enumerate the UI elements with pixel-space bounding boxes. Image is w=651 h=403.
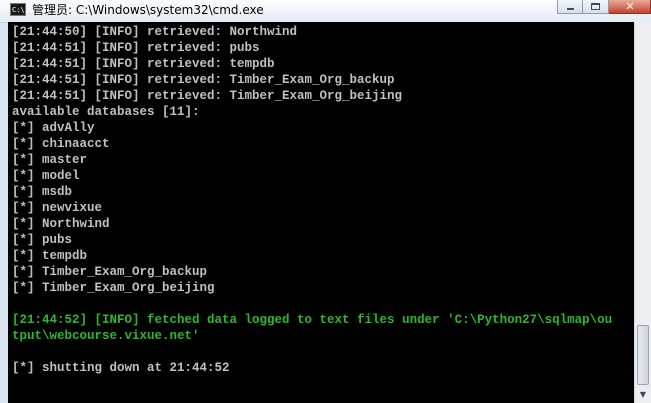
console-line: [*] tempdb	[12, 249, 88, 263]
console-line: [*] shutting down at 21:44:52	[12, 361, 230, 375]
console-line: [*] msdb	[12, 185, 73, 199]
title-bar[interactable]: C:\ 管理员: C:\Windows\system32\cmd.exe ✕	[0, 0, 651, 23]
console-line: [21:44:51] [INFO] retrieved: pubs	[12, 41, 260, 55]
caption-buttons: ✕	[557, 0, 651, 16]
console-line: [21:44:50] [INFO] retrieved: Northwind	[12, 25, 298, 39]
console-line: tput\webcourse.vixue.net'	[12, 329, 200, 343]
console-line: [*] model	[12, 169, 80, 183]
vertical-scrollbar[interactable]: ▼	[634, 22, 651, 403]
minimize-icon	[567, 8, 574, 10]
close-button[interactable]: ✕	[609, 0, 651, 14]
console-line: [21:44:51] [INFO] retrieved: Timber_Exam…	[12, 89, 403, 103]
window-title: 管理员: C:\Windows\system32\cmd.exe	[32, 3, 264, 17]
cmd-window: C:\ 管理员: C:\Windows\system32\cmd.exe ✕ […	[0, 0, 651, 403]
close-icon: ✕	[625, 0, 635, 13]
console-line: [21:44:52] [INFO] fetched data logged to…	[12, 313, 613, 327]
console-output[interactable]: [21:44:50] [INFO] retrieved: Northwind [2…	[8, 22, 634, 403]
console-line: [21:44:51] [INFO] retrieved: tempdb	[12, 57, 275, 71]
maximize-icon	[591, 3, 600, 10]
console-line: [*] Northwind	[12, 217, 110, 231]
maximize-button[interactable]	[583, 0, 609, 14]
console-line: available databases [11]:	[12, 105, 200, 119]
console-line: [*] chinaacct	[12, 137, 110, 151]
cmd-app-icon[interactable]: C:\	[10, 3, 26, 16]
console-line: [*] master	[12, 153, 88, 167]
minimize-button[interactable]	[557, 0, 583, 14]
scrollbar-thumb[interactable]	[637, 325, 649, 385]
console-line: [*] Timber_Exam_Org_beijing	[12, 281, 215, 295]
console-line: [*] advAlly	[12, 121, 95, 135]
console-line: [*] pubs	[12, 233, 73, 247]
console-line: [21:44:51] [INFO] retrieved: Timber_Exam…	[12, 73, 395, 87]
console-lines: [21:44:50] [INFO] retrieved: Northwind [2…	[12, 24, 612, 376]
scroll-down-arrow-icon[interactable]: ▼	[635, 387, 651, 403]
console-line: [*] Timber_Exam_Org_backup	[12, 265, 208, 279]
console-line: [*] newvixue	[12, 201, 103, 215]
